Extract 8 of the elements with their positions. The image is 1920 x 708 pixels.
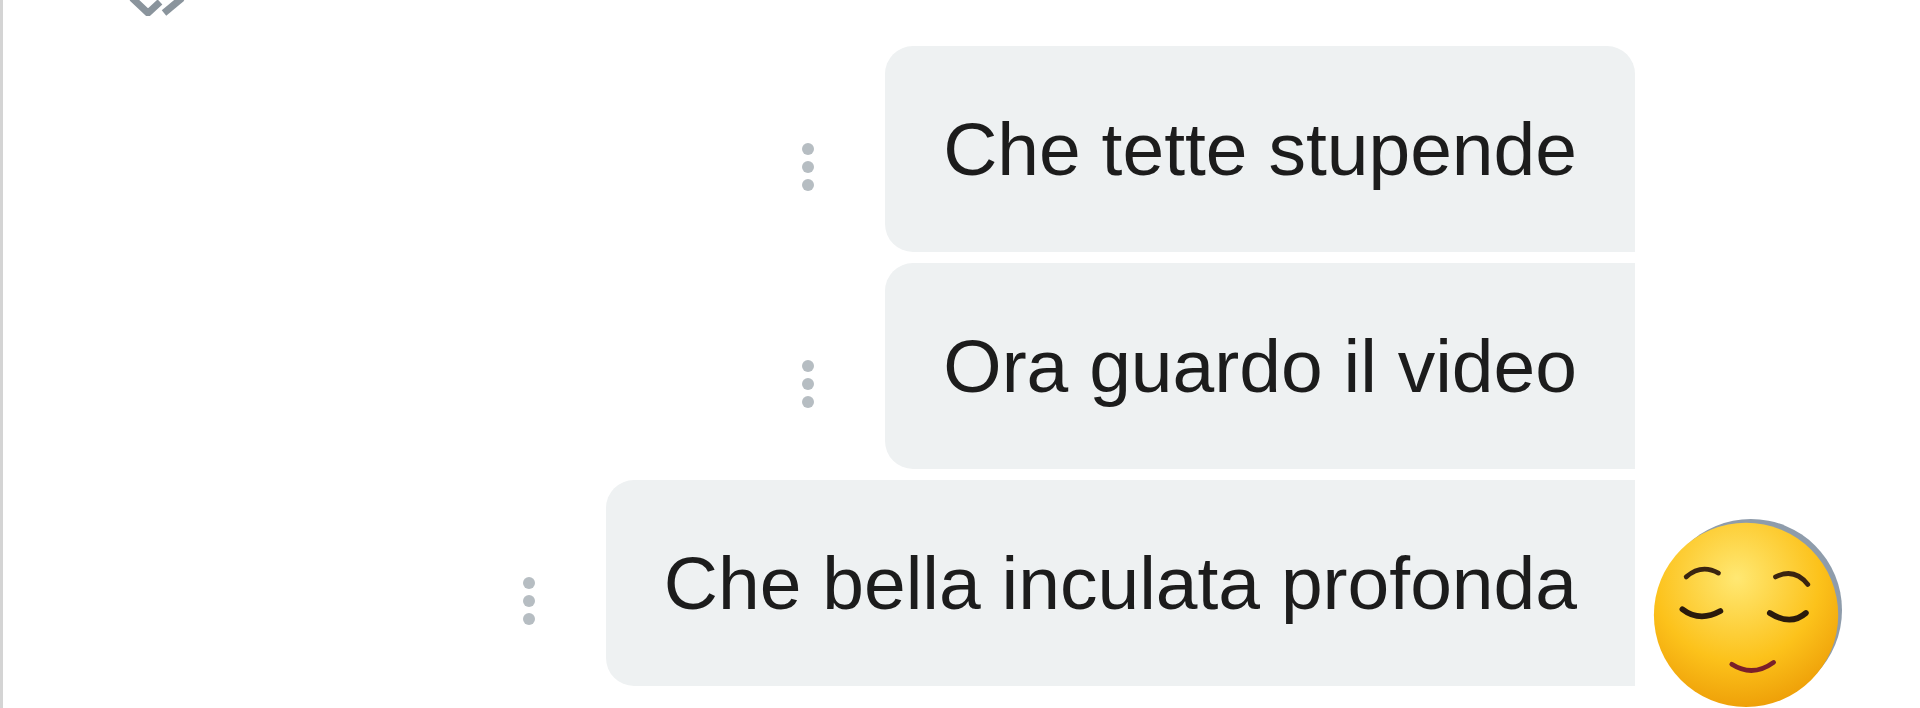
message-bubble: Ora guardo il video [885,263,1635,469]
more-options-icon[interactable] [802,360,815,408]
relieved-face-avatar-icon [1651,518,1842,708]
more-options-icon[interactable] [802,143,815,191]
message-bubble: Che tette stupende [885,46,1635,252]
double-check-icon [129,0,185,16]
message-bubble: Che bella inculata profonda [605,480,1635,686]
more-options-icon[interactable] [522,577,535,625]
